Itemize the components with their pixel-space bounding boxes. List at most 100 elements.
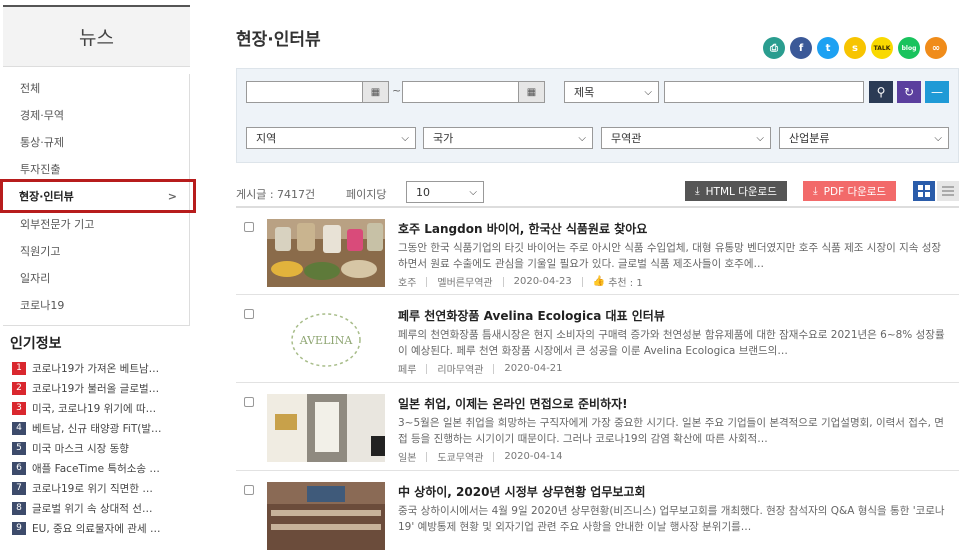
article-meta: 호주 멜버른무역관 2020-04-23 👍 추천 : 1 bbox=[398, 274, 643, 289]
popular-item[interactable]: 8 글로벌 위기 속 상대적 선… bbox=[12, 498, 187, 518]
country-select[interactable]: 국가 ⌵ bbox=[423, 127, 593, 149]
collapse-button[interactable]: — bbox=[925, 81, 949, 103]
per-page-select[interactable]: 10 ⌵ bbox=[406, 181, 484, 203]
office-photo-image bbox=[267, 394, 385, 462]
kakaostory-icon[interactable]: s bbox=[844, 37, 866, 59]
sidebar-item-covid19[interactable]: 코로나19 bbox=[3, 291, 189, 318]
twitter-icon[interactable]: t bbox=[817, 37, 839, 59]
rank-badge: 7 bbox=[12, 481, 26, 495]
article-item: 일본 취업, 이제는 온라인 면접으로 준비하자! 3~5월은 일본 취업을 희… bbox=[236, 382, 959, 470]
end-date-input[interactable]: ▦ bbox=[402, 81, 545, 103]
popular-item-label: 코로나19가 가져온 베트남… bbox=[32, 362, 160, 375]
article-date: 2020-04-14 bbox=[504, 451, 563, 462]
rank-badge: 4 bbox=[12, 421, 26, 435]
popular-list: 1 코로나19가 가져온 베트남… 2 코로나19가 불러올 글로벌… 3 미국, 코… bbox=[12, 358, 187, 538]
article-item: AVELINA 페루 천연화장품 Avelina Ecologica 대표 인터… bbox=[236, 294, 959, 382]
chevron-down-icon: ⌵ bbox=[578, 132, 586, 144]
popular-item[interactable]: 2 코로나19가 불러올 글로벌… bbox=[12, 378, 187, 398]
popular-item-label: 코로나19가 불러올 글로벌… bbox=[32, 382, 160, 395]
sidebar-item-field-interview[interactable]: 현장·인터뷰 > bbox=[0, 179, 196, 213]
sidebar-item-economy-trade[interactable]: 경제·무역 bbox=[3, 101, 189, 128]
article-thumbnail[interactable]: AVELINA bbox=[267, 306, 385, 374]
calendar-icon[interactable]: ▦ bbox=[362, 82, 388, 102]
recommend-count: 추천 : 1 bbox=[608, 278, 643, 289]
grid-view-button[interactable] bbox=[913, 181, 935, 201]
industry-select[interactable]: 산업분류 ⌵ bbox=[779, 127, 949, 149]
sidebar-item-all[interactable]: 전체 bbox=[3, 74, 189, 101]
popular-item[interactable]: 4 베트남, 신규 태양광 FiT(발… bbox=[12, 418, 187, 438]
article-meta: 페루 리마무역관 2020-04-21 bbox=[398, 361, 563, 376]
sidebar-item-expert-column[interactable]: 외부전문가 기고 bbox=[3, 210, 189, 237]
pdf-download-button[interactable]: ⤓ PDF 다운로드 bbox=[803, 181, 897, 201]
sidebar-item-label: 통상·규제 bbox=[20, 135, 64, 149]
refresh-icon: ↻ bbox=[903, 85, 915, 99]
rank-badge: 6 bbox=[12, 461, 26, 475]
rank-badge: 9 bbox=[12, 521, 26, 535]
popular-item[interactable]: 1 코로나19가 가져온 베트남… bbox=[12, 358, 187, 378]
avelina-logo-image: AVELINA bbox=[267, 306, 385, 374]
popular-item[interactable]: 9 EU, 중요 의료물자에 관세 … bbox=[12, 518, 187, 538]
article-title[interactable]: 호주 Langdon 바이어, 한국산 식품원료 찾아요 bbox=[398, 220, 647, 237]
chevron-down-icon: ⌵ bbox=[934, 132, 942, 144]
search-field-select[interactable]: 제목 ⌵ bbox=[564, 81, 659, 103]
article-country: 페루 bbox=[398, 365, 417, 376]
date-range-separator: ~ bbox=[392, 84, 402, 97]
facebook-icon[interactable]: f bbox=[790, 37, 812, 59]
kakaotalk-icon[interactable]: TALK bbox=[871, 37, 893, 59]
sidebar-item-staff-column[interactable]: 직원기고 bbox=[3, 237, 189, 264]
article-title[interactable]: 페루 천연화장품 Avelina Ecologica 대표 인터뷰 bbox=[398, 307, 665, 324]
naver-blog-icon[interactable]: blog bbox=[898, 37, 920, 59]
popular-item-label: 미국, 코로나19 위기에 따… bbox=[32, 402, 157, 415]
download-icon: ⤓ bbox=[695, 184, 700, 197]
article-checkbox[interactable] bbox=[244, 397, 254, 407]
search-panel: ▦ ~ ▦ 제목 ⌵ ⚲ ↻ — 지역 ⌵ 국가 ⌵ 무역관 ⌵ 산업분류 ⌵ bbox=[236, 68, 959, 163]
region-select[interactable]: 지역 ⌵ bbox=[246, 127, 416, 149]
article-title[interactable]: 일본 취업, 이제는 온라인 면접으로 준비하자! bbox=[398, 395, 628, 412]
article-item: 中 상하이, 2020년 시정부 상무현황 업무보고회 중국 상하이시에서는 4… bbox=[236, 470, 959, 558]
article-thumbnail[interactable] bbox=[267, 394, 385, 462]
rank-badge: 1 bbox=[12, 361, 26, 375]
sidebar-menu: 전체 경제·무역 통상·규제 투자진출 현장·인터뷰 > 외부전문가 기고 직원기… bbox=[0, 74, 196, 326]
popular-item[interactable]: 6 애플 FaceTime 특허소송 … bbox=[12, 458, 187, 478]
article-summary: 3~5월은 일본 취업을 희망하는 구직자에게 가장 중요한 시기다. 일본 주… bbox=[398, 417, 944, 445]
reset-button[interactable]: ↻ bbox=[897, 81, 921, 103]
select-value: 무역관 bbox=[611, 132, 642, 145]
article-title[interactable]: 中 상하이, 2020년 시정부 상무현황 업무보고회 bbox=[398, 483, 646, 500]
popular-item-label: 글로벌 위기 속 상대적 선… bbox=[32, 502, 153, 515]
post-count: 게시글 : 7417건 bbox=[236, 188, 316, 201]
list-view-button[interactable] bbox=[937, 181, 959, 201]
article-country: 일본 bbox=[398, 453, 417, 464]
html-download-button[interactable]: ⤓ HTML 다운로드 bbox=[685, 181, 787, 201]
article-checkbox[interactable] bbox=[244, 222, 254, 232]
link-icon[interactable]: ∞ bbox=[925, 37, 947, 59]
article-checkbox[interactable] bbox=[244, 309, 254, 319]
popular-item[interactable]: 7 코로나19로 위기 직면한 … bbox=[12, 478, 187, 498]
download-icon: ⤓ bbox=[813, 184, 818, 197]
select-value: 지역 bbox=[256, 132, 277, 145]
sidebar-item-investment[interactable]: 투자진출 bbox=[3, 155, 189, 182]
per-page-label: 페이지당 bbox=[346, 188, 387, 201]
button-label: HTML 다운로드 bbox=[705, 185, 777, 198]
calendar-icon[interactable]: ▦ bbox=[518, 82, 544, 102]
sidebar-item-jobs[interactable]: 일자리 bbox=[3, 264, 189, 291]
list-icon bbox=[942, 186, 954, 196]
food-jars-image bbox=[267, 219, 385, 287]
article-thumbnail[interactable] bbox=[267, 219, 385, 287]
print-icon[interactable]: ⎙ bbox=[763, 37, 785, 59]
rank-badge: 2 bbox=[12, 381, 26, 395]
article-summary: 페루의 천연화장품 틈새시장은 현지 소비자의 구매력 증가와 천연성분 함유제… bbox=[398, 329, 945, 357]
search-input[interactable] bbox=[664, 81, 864, 103]
sidebar-item-trade-regulation[interactable]: 통상·규제 bbox=[3, 128, 189, 155]
trade-office-select[interactable]: 무역관 ⌵ bbox=[601, 127, 771, 149]
popular-item-label: 애플 FaceTime 특허소송 … bbox=[32, 462, 160, 475]
button-label: PDF 다운로드 bbox=[823, 185, 887, 198]
start-date-input[interactable]: ▦ bbox=[246, 81, 389, 103]
article-checkbox[interactable] bbox=[244, 485, 254, 495]
article-list: 호주 Langdon 바이어, 한국산 식품원료 찾아요 그동안 한국 식품기업… bbox=[236, 206, 959, 558]
popular-item[interactable]: 3 미국, 코로나19 위기에 따… bbox=[12, 398, 187, 418]
chevron-right-icon: > bbox=[167, 189, 177, 203]
select-value: 산업분류 bbox=[789, 132, 830, 145]
popular-item[interactable]: 5 미국 마스크 시장 동향 bbox=[12, 438, 187, 458]
popular-item-label: 코로나19로 위기 직면한 … bbox=[32, 482, 153, 495]
search-button[interactable]: ⚲ bbox=[869, 81, 893, 103]
